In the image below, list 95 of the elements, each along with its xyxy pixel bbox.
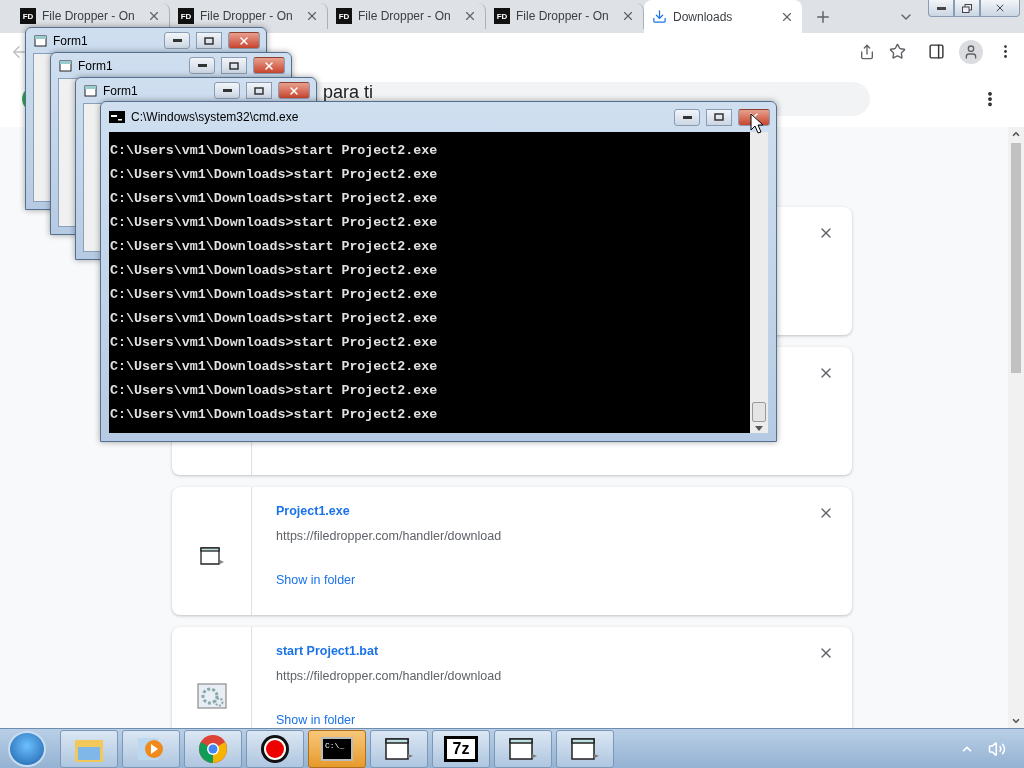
maximize-icon [254, 86, 264, 95]
window-icon [508, 735, 538, 762]
taskbar-button[interactable] [556, 729, 614, 768]
site-favicon: FD [20, 8, 36, 24]
window-icon [84, 84, 97, 97]
scrollbar-thumb[interactable] [752, 402, 766, 422]
window-icon [59, 59, 72, 72]
maximize-icon [229, 61, 239, 70]
close-icon [263, 59, 275, 72]
console-line: C:\Users\vm1\Downloads>start Project2.exe [110, 334, 438, 352]
minimize-button[interactable] [928, 0, 954, 17]
scroll-up-icon[interactable] [1011, 129, 1021, 139]
console-line: C:\Users\vm1\Downloads>start Project2.exe [110, 286, 438, 304]
profile-icon[interactable] [959, 39, 983, 64]
console-icon [109, 111, 125, 123]
tab-title: File Dropper - On [200, 9, 293, 23]
browser-tab[interactable]: Downloads [644, 0, 802, 33]
close-tab-icon[interactable] [463, 9, 477, 23]
window-icon [198, 546, 225, 566]
minimize-button[interactable] [674, 108, 700, 126]
close-icon [288, 84, 300, 97]
show-in-folder-link[interactable]: Show in folder [276, 573, 356, 587]
window-icon [570, 735, 600, 762]
maximize-button[interactable] [221, 57, 247, 74]
window-title: Form1 [78, 58, 114, 73]
window-icon [34, 34, 47, 47]
show-in-folder-link[interactable]: Show in folder [276, 713, 356, 727]
file-name-link[interactable]: Project1.exe [276, 504, 350, 518]
close-icon [238, 34, 250, 47]
close-icon [994, 2, 1006, 14]
minimize-button[interactable] [189, 57, 215, 74]
star-icon[interactable] [889, 43, 906, 60]
browser-tab[interactable]: FD File Dropper - On [328, 3, 486, 29]
window-icon [384, 735, 414, 762]
maximize-button[interactable] [706, 108, 732, 126]
minimize-icon [936, 6, 946, 10]
search-text: para ti [323, 82, 374, 101]
tab-title: File Dropper - On [516, 9, 609, 23]
source-url: https://filedropper.com/handler/download [276, 669, 502, 683]
window-title: Form1 [103, 83, 139, 98]
site-favicon: FD [178, 8, 194, 24]
minimize-icon [197, 64, 207, 67]
restore-button[interactable] [954, 0, 980, 17]
console-line: C:\Users\vm1\Downloads>start Project2.exe [110, 214, 438, 232]
minimize-button[interactable] [214, 82, 240, 99]
taskbar-button[interactable] [370, 729, 428, 768]
site-favicon: FD [494, 8, 510, 24]
chrome-icon [198, 733, 228, 764]
minimize-icon [682, 115, 692, 119]
file-name-link[interactable]: start Project1.bat [276, 644, 379, 658]
console-line: C:\Users\vm1\Downloads>start Project2.exe [110, 358, 438, 376]
archive-icon: 7z [444, 735, 478, 762]
minimize-icon [172, 39, 182, 42]
window-title: Form1 [53, 33, 89, 48]
minimize-icon [222, 89, 232, 92]
scroll-down-icon[interactable] [1011, 716, 1021, 726]
close-button[interactable] [278, 82, 310, 99]
taskbar-button[interactable]: C:\_ [308, 729, 366, 768]
site-favicon: FD [336, 8, 352, 24]
close-tab-icon[interactable] [305, 9, 319, 23]
tab-title: File Dropper - On [42, 9, 135, 23]
source-url: https://filedropper.com/handler/download [276, 529, 502, 543]
tab-title: File Dropper - On [358, 9, 451, 23]
side-panel-icon[interactable] [928, 43, 945, 60]
close-tab-icon[interactable] [621, 9, 635, 23]
taskbar-button[interactable] [494, 729, 552, 768]
console-line: C:\Users\vm1\Downloads>start Project2.exe [110, 238, 438, 256]
record-icon [260, 733, 290, 764]
close-button[interactable] [228, 32, 260, 49]
tab-title: Downloads [673, 9, 733, 24]
console-line: C:\Users\vm1\Downloads>start Project2.exe [110, 262, 438, 280]
minimize-button[interactable] [164, 32, 190, 49]
console-line: C:\Users\vm1\Downloads>start Project2.exe [110, 190, 438, 208]
maximize-icon [204, 36, 214, 45]
taskbar-button[interactable] [246, 729, 304, 768]
close-tab-icon[interactable] [147, 9, 161, 23]
start-button[interactable] [8, 730, 46, 767]
scroll-down-icon[interactable] [755, 426, 763, 431]
restore-icon [962, 3, 972, 13]
taskbar-button[interactable]: 7z [432, 729, 490, 768]
console-line: C:\Users\vm1\Downloads>start Project2.exe [110, 142, 438, 160]
scrollbar-thumb[interactable] [1011, 143, 1021, 373]
maximize-icon [714, 113, 724, 121]
console-line: C:\Users\vm1\Downloads>start Project2.exe [110, 406, 438, 424]
download-icon [652, 9, 667, 24]
console-line: C:\Users\vm1\Downloads>start Project2.exe [110, 166, 438, 184]
maximize-button[interactable] [246, 82, 272, 99]
browser-tab[interactable]: FD File Dropper - On [486, 3, 644, 29]
console-line: C:\Users\vm1\Downloads>start Project2.exe [110, 310, 438, 328]
console-line: C:\Users\vm1\Downloads>start Project2.exe [110, 382, 438, 400]
maximize-button[interactable] [196, 32, 222, 49]
close-button[interactable] [253, 57, 285, 74]
share-icon[interactable] [859, 43, 875, 60]
console-icon: C:\_ [321, 736, 353, 761]
gear-icon [196, 683, 227, 709]
